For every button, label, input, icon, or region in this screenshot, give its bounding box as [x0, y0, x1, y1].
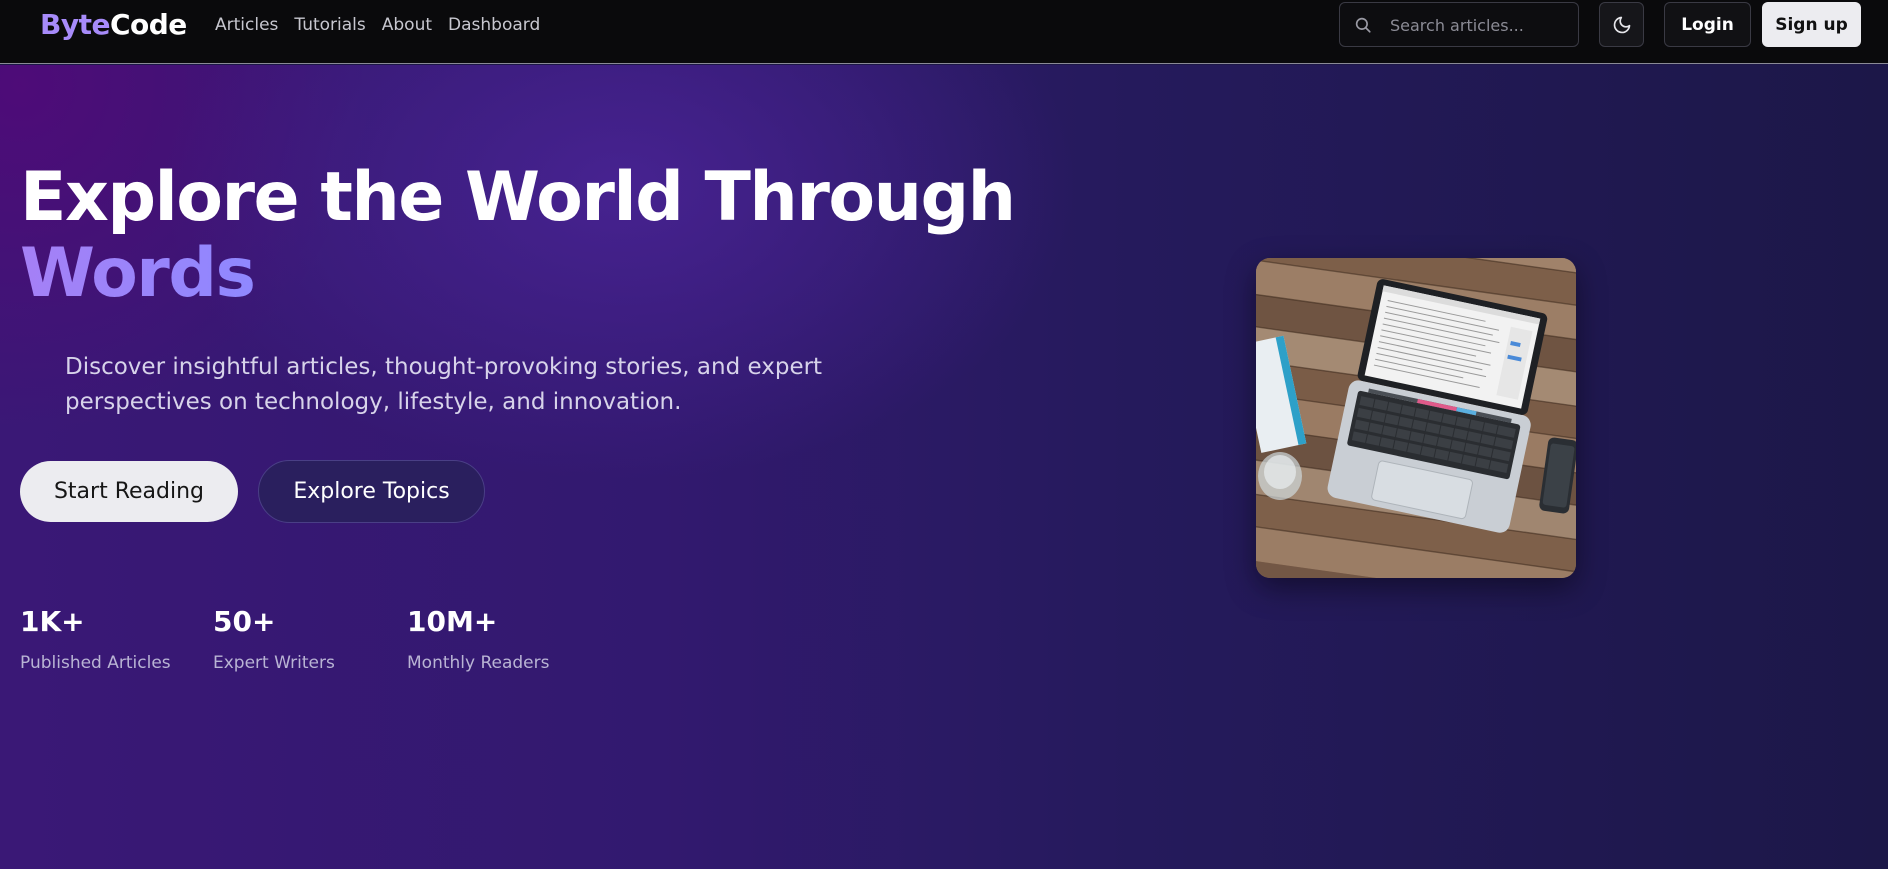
hero-title: Explore the World Through — [20, 158, 1016, 237]
signup-button[interactable]: Sign up — [1762, 2, 1861, 47]
stat-label: Expert Writers — [213, 653, 335, 673]
theme-toggle-button[interactable] — [1599, 2, 1644, 47]
search-icon — [1355, 17, 1371, 33]
search-input[interactable] — [1390, 13, 1570, 37]
nav-link-articles[interactable]: Articles — [215, 15, 278, 35]
nav-link-tutorials[interactable]: Tutorials — [294, 15, 365, 35]
stat-expert-writers: 50+ Expert Writers — [213, 605, 335, 673]
nav-link-dashboard[interactable]: Dashboard — [448, 15, 540, 35]
brand-logo[interactable]: ByteCode — [40, 8, 187, 41]
brand-logo-part2: Code — [109, 8, 187, 41]
explore-topics-button[interactable]: Explore Topics — [258, 460, 485, 523]
brand-logo-part1: Byte — [40, 8, 110, 41]
stat-value: 50+ — [213, 605, 276, 638]
nav-link-about[interactable]: About — [382, 15, 432, 35]
moon-icon — [1613, 16, 1630, 33]
start-reading-button[interactable]: Start Reading — [20, 461, 238, 522]
stat-published-articles: 1K+ Published Articles — [20, 605, 171, 673]
stat-value: 10M+ — [407, 605, 498, 638]
hero-laptop-image — [1256, 258, 1576, 578]
search-box — [1339, 2, 1579, 47]
top-navbar: ByteCode Articles Tutorials About Dashbo… — [0, 0, 1888, 64]
hero-subtitle: Discover insightful articles, thought-pr… — [65, 354, 823, 415]
stat-monthly-readers: 10M+ Monthly Readers — [407, 605, 550, 673]
stat-label: Monthly Readers — [407, 653, 550, 673]
primary-nav: Articles Tutorials About Dashboard — [215, 15, 556, 35]
stat-label: Published Articles — [20, 653, 171, 673]
stat-value: 1K+ — [20, 605, 85, 638]
hero-title-accent: Words — [20, 234, 256, 313]
login-button[interactable]: Login — [1664, 2, 1751, 47]
